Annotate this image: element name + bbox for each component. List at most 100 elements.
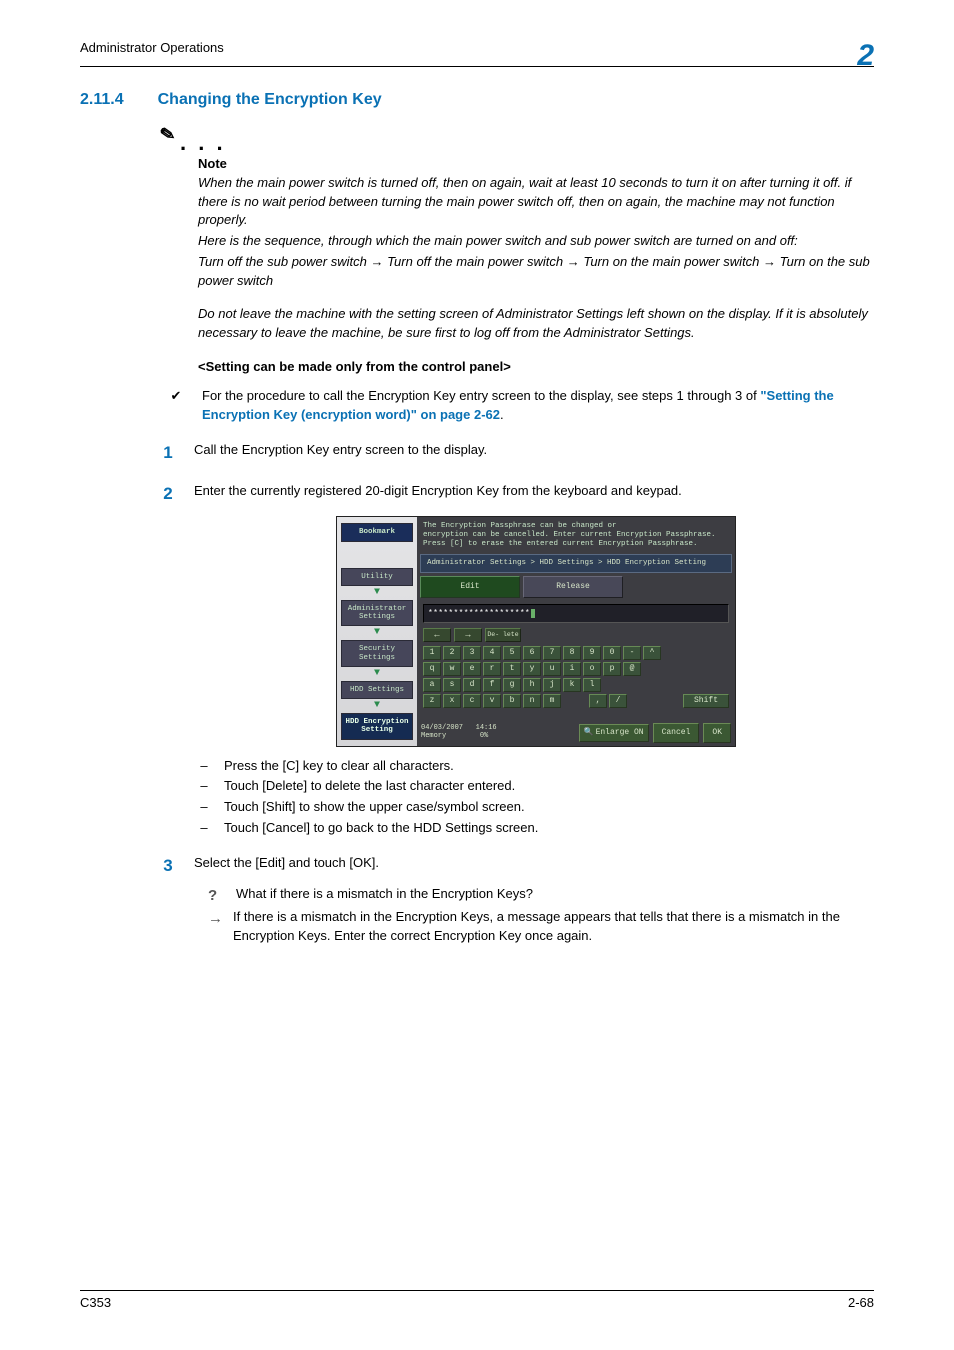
release-tab[interactable]: Release xyxy=(523,576,623,598)
arrow-down-icon: ▼ xyxy=(374,630,380,636)
key-button[interactable]: z xyxy=(423,694,441,708)
security-settings-button[interactable]: Security Settings xyxy=(341,640,413,667)
passphrase-field[interactable]: ******************** xyxy=(423,604,729,624)
key-button[interactable]: h xyxy=(523,678,541,692)
key-button[interactable]: o xyxy=(583,662,601,676)
key-button[interactable]: , xyxy=(589,694,607,708)
header-title: Administrator Operations xyxy=(80,40,224,55)
breadcrumb: Administrator Settings > HDD Settings > … xyxy=(420,554,732,573)
dash-icon: – xyxy=(198,777,210,796)
key-button[interactable]: 0 xyxy=(603,646,621,660)
key-button[interactable]: 6 xyxy=(523,646,541,660)
key-button[interactable]: 1 xyxy=(423,646,441,660)
faq-question: What if there is a mismatch in the Encry… xyxy=(236,885,533,907)
chapter-number: 2 xyxy=(857,44,874,68)
key-button[interactable]: m xyxy=(543,694,561,708)
key-button[interactable]: / xyxy=(609,694,627,708)
key-button[interactable]: 8 xyxy=(563,646,581,660)
shift-key[interactable]: Shift xyxy=(683,694,729,708)
key-button[interactable]: i xyxy=(563,662,581,676)
dash-icon: – xyxy=(198,819,210,838)
key-button[interactable]: a xyxy=(423,678,441,692)
ok-button[interactable]: OK xyxy=(703,723,731,743)
step-1-text: Call the Encryption Key entry screen to … xyxy=(194,441,487,466)
faq-list: ? What if there is a mismatch in the Encr… xyxy=(208,885,874,946)
subheading: <Setting can be made only from the contr… xyxy=(198,358,874,377)
dash-icon: – xyxy=(198,757,210,776)
faq-answer: If there is a mismatch in the Encryption… xyxy=(233,908,874,946)
footer-page: 2-68 xyxy=(848,1295,874,1310)
key-button[interactable]: y xyxy=(523,662,541,676)
bullet-text: For the procedure to call the Encryption… xyxy=(202,387,874,425)
key-button[interactable]: 9 xyxy=(583,646,601,660)
note-icon: ✎. . . xyxy=(180,127,874,159)
cancel-button[interactable]: Cancel xyxy=(653,723,700,743)
key-button[interactable]: e xyxy=(463,662,481,676)
step-2-text: Enter the currently registered 20-digit … xyxy=(194,482,682,507)
key-button[interactable]: c xyxy=(463,694,481,708)
note-p3: Turn off the sub power switch → Turn off… xyxy=(198,253,874,291)
question-mark-icon: ? xyxy=(208,885,226,907)
key-button[interactable]: u xyxy=(543,662,561,676)
page-header: Administrator Operations 2 xyxy=(80,40,874,67)
key-button[interactable]: d xyxy=(463,678,481,692)
pen-icon: ✎ xyxy=(158,120,180,149)
note-body: When the main power switch is turned off… xyxy=(198,174,874,343)
key-button[interactable]: 4 xyxy=(483,646,501,660)
key-button[interactable]: x xyxy=(443,694,461,708)
arrow-left-button[interactable]: ← xyxy=(423,628,451,642)
step-1-number: 1 xyxy=(160,441,176,466)
enlarge-button[interactable]: 🔍Enlarge ON xyxy=(579,724,649,742)
on-screen-keyboard: 1234567890-^ qwertyuiop@ asdfghjkl zxcvb… xyxy=(417,644,735,710)
footer-model: C353 xyxy=(80,1295,111,1310)
panel-footer: 04/03/2007 14:16 Memory 0% 🔍Enlarge ON C… xyxy=(417,720,735,746)
admin-settings-button[interactable]: Administrator Settings xyxy=(341,600,413,627)
bookmark-button[interactable]: Bookmark xyxy=(341,523,413,541)
page-footer: C353 2-68 xyxy=(80,1290,874,1310)
hdd-settings-button[interactable]: HDD Settings xyxy=(341,681,413,699)
key-button[interactable]: 3 xyxy=(463,646,481,660)
note-p4: Do not leave the machine with the settin… xyxy=(198,305,874,343)
section-number: 2.11.4 xyxy=(80,91,124,109)
key-button[interactable]: v xyxy=(483,694,501,708)
hdd-encryption-button[interactable]: HDD Encryption Setting xyxy=(341,713,413,740)
dash-item-text: Touch [Shift] to show the upper case/sym… xyxy=(224,798,525,817)
key-button[interactable]: p xyxy=(603,662,621,676)
key-button[interactable]: 5 xyxy=(503,646,521,660)
section-title: Changing the Encryption Key xyxy=(158,91,382,109)
step-2-number: 2 xyxy=(160,482,176,507)
panel-sidebar: Bookmark Utility ▼ Administrator Setting… xyxy=(337,517,417,745)
arrow-down-icon: ▼ xyxy=(374,590,380,596)
note-p2: Here is the sequence, through which the … xyxy=(198,232,874,251)
key-button[interactable]: 2 xyxy=(443,646,461,660)
utility-button[interactable]: Utility xyxy=(341,568,413,586)
edit-tab[interactable]: Edit xyxy=(420,576,520,598)
key-button[interactable]: ^ xyxy=(643,646,661,660)
arrow-right-icon: → xyxy=(208,908,223,946)
key-button[interactable]: j xyxy=(543,678,561,692)
key-button[interactable]: - xyxy=(623,646,641,660)
dash-item-text: Press the [C] key to clear all character… xyxy=(224,757,454,776)
key-button[interactable]: s xyxy=(443,678,461,692)
key-button[interactable]: w xyxy=(443,662,461,676)
key-button[interactable]: @ xyxy=(623,662,641,676)
dash-list: –Press the [C] key to clear all characte… xyxy=(198,757,874,838)
arrow-down-icon: ▼ xyxy=(374,671,380,677)
step-3-number: 3 xyxy=(160,854,176,879)
key-button[interactable]: b xyxy=(503,694,521,708)
arrow-down-icon: ▼ xyxy=(374,703,380,709)
dash-item-text: Touch [Cancel] to go back to the HDD Set… xyxy=(224,819,538,838)
key-button[interactable]: r xyxy=(483,662,501,676)
key-button[interactable]: f xyxy=(483,678,501,692)
key-button[interactable]: k xyxy=(563,678,581,692)
delete-button[interactable]: De- lete xyxy=(485,628,521,642)
key-button[interactable]: q xyxy=(423,662,441,676)
panel-main: The Encryption Passphrase can be changed… xyxy=(417,517,735,745)
arrow-right-button[interactable]: → xyxy=(454,628,482,642)
key-button[interactable]: n xyxy=(523,694,541,708)
dash-icon: – xyxy=(198,798,210,817)
key-button[interactable]: g xyxy=(503,678,521,692)
key-button[interactable]: 7 xyxy=(543,646,561,660)
key-button[interactable]: l xyxy=(583,678,601,692)
key-button[interactable]: t xyxy=(503,662,521,676)
